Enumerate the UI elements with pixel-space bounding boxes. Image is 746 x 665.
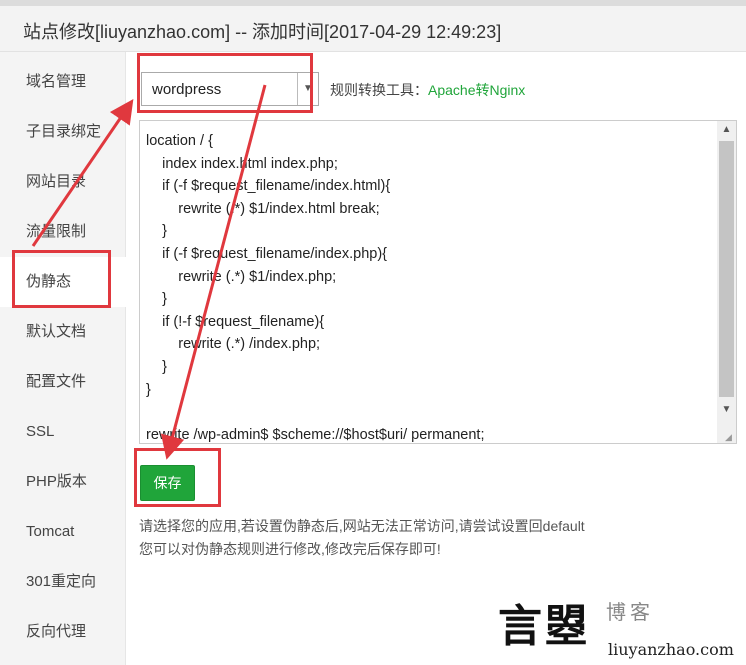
sidebar-item-domain[interactable]: 域名管理 xyxy=(0,57,126,107)
annotation-box-select xyxy=(137,53,313,113)
arrow-up-icon[interactable]: ▲ xyxy=(717,121,736,139)
sidebar-item-default-doc[interactable]: 默认文档 xyxy=(0,307,126,357)
sidebar-item-label: 子目录绑定 xyxy=(26,123,102,140)
rule-converter-link[interactable]: Apache转Nginx xyxy=(428,82,525,98)
rewrite-rules-editor[interactable]: location / { index index.html index.php;… xyxy=(139,120,737,444)
sidebar-item-label: 配置文件 xyxy=(26,373,87,390)
sidebar-item-label: 301重定向 xyxy=(26,573,97,590)
resize-grip-icon[interactable]: ◢ xyxy=(725,432,735,442)
editor-scrollbar[interactable]: ▲ ▼ xyxy=(717,121,736,443)
help-text-line-2: 您可以对伪静态规则进行修改,修改完后保存即可! xyxy=(139,541,441,557)
sidebar-item-ssl[interactable]: SSL xyxy=(0,407,126,457)
arrow-down-icon[interactable]: ▼ xyxy=(717,401,736,419)
dialog-title: 站点修改[liuyanzhao.com] -- 添加时间[2017-04-29 … xyxy=(23,22,502,42)
sidebar-item-label: PHP版本 xyxy=(26,473,87,490)
watermark-logo: 言曌 博客 liuyanzhao.com xyxy=(498,590,746,665)
sidebar-item-redirect[interactable]: 301重定向 xyxy=(0,557,126,607)
sidebar-item-site-dir[interactable]: 网站目录 xyxy=(0,157,126,207)
rewrite-rules-text[interactable]: location / { index index.html index.php;… xyxy=(146,130,714,443)
rule-converter: 规则转换工具：Apache转Nginx xyxy=(330,80,525,100)
sidebar: 域名管理 子目录绑定 网站目录 流量限制 伪静态 默认文档 配置文件 SSL P… xyxy=(0,52,126,665)
scrollbar-thumb[interactable] xyxy=(719,141,734,397)
sidebar-item-label: Tomcat xyxy=(26,523,75,540)
sidebar-item-config[interactable]: 配置文件 xyxy=(0,357,126,407)
sidebar-item-label: 默认文档 xyxy=(26,323,87,340)
watermark-title: 言曌 xyxy=(498,601,590,652)
sidebar-item-label: 域名管理 xyxy=(26,73,87,90)
sidebar-item-label: SSL xyxy=(26,423,55,440)
sidebar-item-reverse-proxy[interactable]: 反向代理 xyxy=(0,607,126,657)
sidebar-item-label: 网站目录 xyxy=(26,173,87,190)
dialog-titlebar: 站点修改[liuyanzhao.com] -- 添加时间[2017-04-29 … xyxy=(0,6,746,52)
rule-converter-label: 规则转换工具： xyxy=(330,82,428,98)
sidebar-item-tomcat[interactable]: Tomcat xyxy=(0,507,126,557)
sidebar-item-label: 流量限制 xyxy=(26,223,87,240)
watermark-url: liuyanzhao.com xyxy=(608,640,734,659)
watermark-subtitle: 博客 xyxy=(606,600,654,624)
help-text-line-1: 请选择您的应用,若设置伪静态后,网站无法正常访问,请尝试设置回default xyxy=(139,518,585,534)
sidebar-item-php-version[interactable]: PHP版本 xyxy=(0,457,126,507)
annotation-box-save xyxy=(134,448,221,507)
sidebar-item-subdir[interactable]: 子目录绑定 xyxy=(0,107,126,157)
sidebar-item-label: 反向代理 xyxy=(26,623,87,640)
annotation-box-sidebar xyxy=(12,250,111,308)
